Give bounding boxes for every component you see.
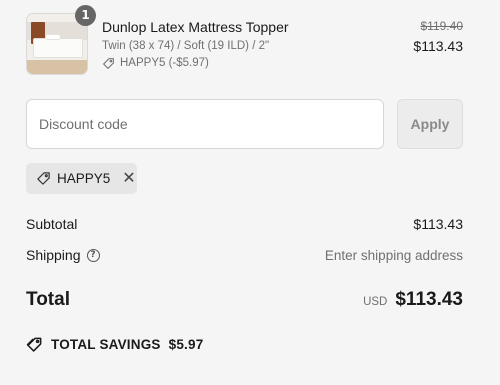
shipping-row: Shipping ? Enter shipping address: [26, 247, 463, 263]
subtotal-label: Subtotal: [26, 216, 78, 232]
applied-discount-tag: HAPPY5 ✕: [26, 163, 137, 194]
product-title: Dunlop Latex Mattress Topper: [102, 19, 289, 35]
discount-code-input[interactable]: [26, 99, 384, 149]
savings-label: TOTAL SAVINGS: [51, 337, 161, 352]
total-value-group: USD $113.43: [363, 289, 463, 311]
total-label: Total: [26, 289, 70, 310]
subtotal-value: $113.43: [413, 216, 463, 232]
line-item-prices: $119.40 $113.43: [413, 18, 463, 55]
tag-icon: [37, 172, 50, 185]
savings-tag-icon: [26, 337, 42, 352]
order-summary: 1 Dunlop Latex Mattress Topper Twin (38 …: [26, 0, 463, 385]
shipping-label: Shipping: [26, 247, 81, 263]
line-item: 1 Dunlop Latex Mattress Topper Twin (38 …: [26, 5, 463, 77]
remove-discount-icon[interactable]: ✕: [122, 170, 135, 187]
total-savings: TOTAL SAVINGS $5.97: [26, 336, 203, 353]
discount-row: Apply: [26, 99, 463, 149]
savings-value: $5.97: [168, 337, 204, 352]
applied-discount-code: HAPPY5: [57, 171, 111, 186]
line-item-discount: HAPPY5 (-$5.97): [102, 56, 342, 70]
discounted-price: $113.43: [413, 38, 463, 54]
quantity-badge: 1: [75, 5, 96, 26]
subtotal-row: Subtotal $113.43: [26, 216, 463, 232]
product-variant: Twin (38 x 74) / Soft (19 ILD) / 2": [102, 40, 270, 52]
original-price: $119.40: [420, 19, 464, 33]
line-item-discount-label: HAPPY5 (-$5.97): [120, 57, 209, 69]
line-item-info: Dunlop Latex Mattress Topper Twin (38 x …: [102, 18, 342, 70]
apply-button[interactable]: Apply: [397, 99, 463, 149]
total-amount: $113.43: [395, 289, 463, 310]
help-icon[interactable]: ?: [86, 248, 100, 262]
total-row: Total USD $113.43: [26, 289, 463, 311]
currency-code: USD: [363, 296, 388, 308]
tag-icon: [103, 57, 114, 69]
shipping-value: Enter shipping address: [324, 247, 463, 263]
shipping-label-group: Shipping ?: [26, 247, 100, 263]
